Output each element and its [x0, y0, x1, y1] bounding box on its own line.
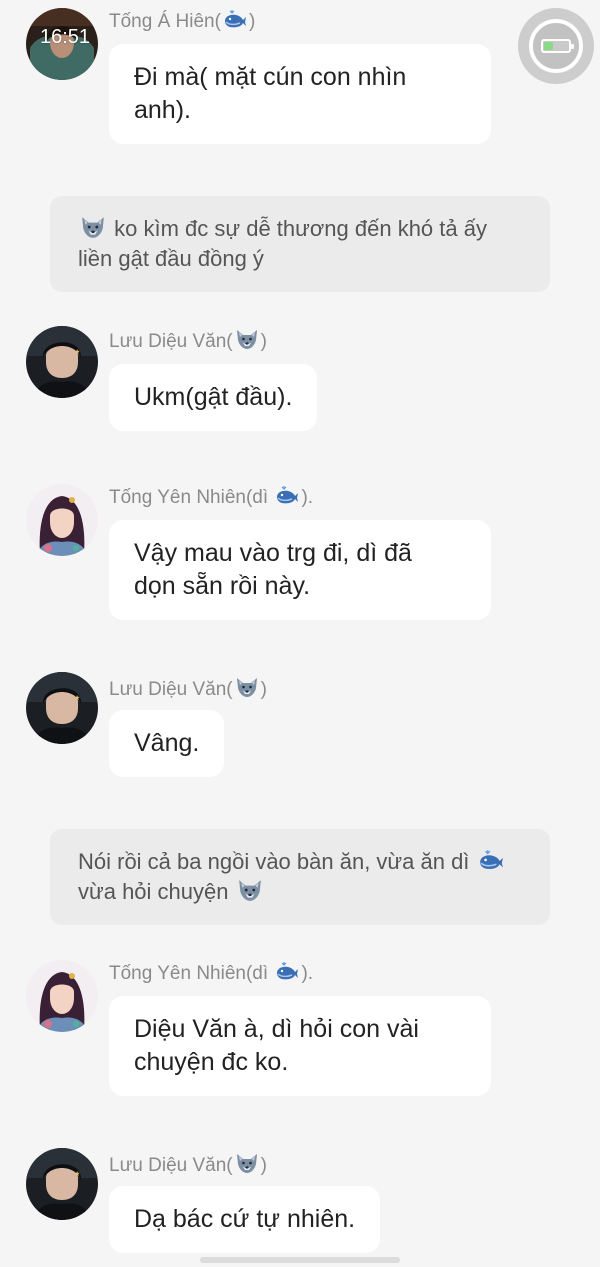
narration-text: Nói rồi cả ba ngồi vào bàn ăn, vừa ăn dì [78, 849, 476, 874]
whale-emoji-icon [223, 10, 247, 30]
narration-box: Nói rồi cả ba ngồi vào bàn ăn, vừa ăn dì… [50, 829, 550, 925]
speaker-name-text: Tống Á Hiên( [109, 11, 221, 32]
speaker-name-suffix: ) [260, 679, 267, 700]
narration-box: ko kìm đc sự dễ thương đến khó tả ấy liề… [50, 196, 550, 292]
message-bubble: Dạ bác cứ tự nhiên. [109, 1186, 381, 1253]
whale-emoji-icon [478, 850, 504, 872]
message-bubble: Đi mà( mặt cún con nhìn anh). [109, 44, 491, 144]
wolf-emoji-icon [235, 676, 259, 698]
speaker-name: Lưu Diệu Văn() [109, 676, 267, 701]
speaker-name-text: Tống Yên Nhiên(dì [109, 963, 274, 984]
wolf-emoji-icon [235, 328, 259, 350]
whale-emoji-icon [275, 962, 299, 982]
speaker-name-text: Lưu Diệu Văn( [109, 331, 233, 352]
avatar[interactable] [26, 1148, 98, 1220]
avatar[interactable] [26, 484, 98, 556]
speaker-name-suffix: ). [301, 963, 314, 984]
home-indicator[interactable] [200, 1257, 400, 1263]
speaker-name: Tống Á Hiên() [109, 10, 255, 33]
whale-emoji-icon [275, 486, 299, 506]
speaker-name-suffix: ) [260, 331, 267, 352]
speaker-name: Lưu Diệu Văn() [109, 1152, 267, 1177]
speaker-name: Lưu Diệu Văn() [109, 328, 267, 353]
speaker-name-text: Lưu Diệu Văn( [109, 679, 233, 700]
speaker-name: Tống Yên Nhiên(dì ). [109, 486, 313, 509]
message-bubble: Vâng. [109, 710, 225, 777]
avatar[interactable] [26, 672, 98, 744]
wolf-emoji-icon [237, 878, 263, 902]
speaker-name: Tống Yên Nhiên(dì ). [109, 962, 313, 985]
speaker-name-suffix: ) [248, 11, 256, 32]
speaker-name-text: Lưu Diệu Văn( [109, 1155, 233, 1176]
message-bubble: Ukm(gật đầu). [109, 364, 318, 431]
narration-text: ko kìm đc sự dễ thương đến khó tả ấy liề… [78, 216, 487, 271]
wolf-emoji-icon [235, 1152, 259, 1174]
message-bubble: Diệu Văn à, dì hỏi con vài chuyện đc ko. [109, 996, 491, 1096]
avatar[interactable] [26, 326, 98, 398]
wolf-emoji-icon [80, 215, 106, 239]
floating-assist-ball[interactable] [518, 8, 594, 84]
battery-level [544, 42, 553, 50]
narration-text: vừa hỏi chuyện [78, 879, 229, 904]
status-bar-time: 16:51 [40, 26, 91, 48]
speaker-name-text: Tống Yên Nhiên(dì [109, 487, 274, 508]
speaker-name-suffix: ). [301, 487, 314, 508]
battery-icon [541, 39, 574, 53]
speaker-name-suffix: ) [260, 1155, 267, 1176]
avatar[interactable] [26, 960, 98, 1032]
message-bubble: Vậy mau vào trg đi, dì đã dọn sẵn rồi nà… [109, 520, 491, 620]
floating-ball-inner [529, 19, 583, 73]
